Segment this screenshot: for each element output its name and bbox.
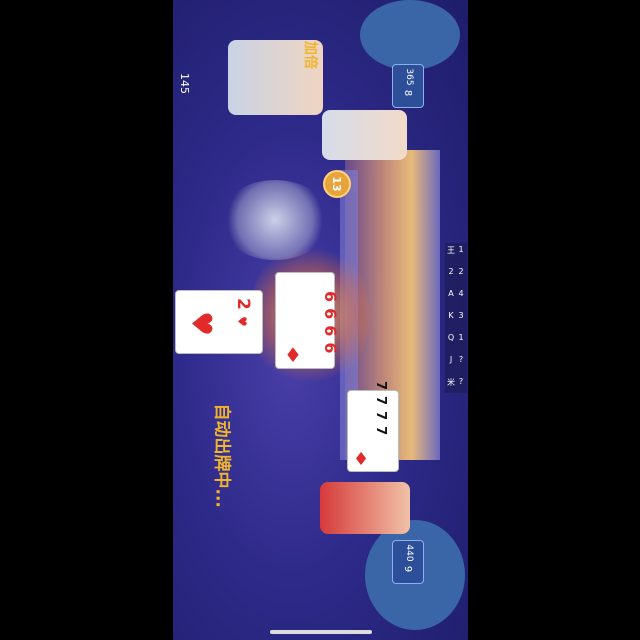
tracker-rank: 米	[447, 378, 455, 387]
card-rank: 6	[321, 325, 340, 343]
card-tracker: 王 2 A K Q J 米 1 2 4 3 1 ? ?	[445, 243, 467, 393]
heart-small-icon: ♥	[235, 316, 249, 327]
card-rank: 7	[373, 426, 388, 442]
tracker-rank: A	[448, 289, 454, 298]
self-played-sevens: 7777 ♦	[347, 381, 399, 472]
home-indicator[interactable]	[270, 630, 372, 634]
self-badge: 440 9	[392, 540, 424, 584]
card-rank: 6	[321, 308, 340, 326]
tracker-count: 3	[458, 311, 464, 320]
card-rank-two: 2	[233, 298, 253, 310]
turn-countdown-clock: 13	[323, 170, 351, 198]
tracker-rank: Q	[447, 333, 455, 342]
turn-countdown-value: 13	[330, 176, 343, 192]
tracker-rank: J	[449, 355, 453, 364]
tracker-rank: 2	[448, 267, 454, 276]
game-timer: 145	[178, 73, 191, 94]
card-two-hearts[interactable]: 2 ♥ ♥	[175, 290, 263, 354]
tracker-count: ?	[458, 355, 464, 364]
played-ranks-six: 6666	[270, 291, 340, 360]
auto-play-status: 自动出牌中...	[211, 403, 232, 508]
double-status-label: 加倍	[302, 41, 318, 69]
tracker-rank: K	[448, 311, 454, 320]
card-rank: 7	[373, 381, 388, 397]
opponent-right-avatar	[322, 110, 407, 160]
played-cards-sixes: 6666 ♦	[275, 272, 340, 369]
tracker-count: ?	[458, 377, 464, 386]
self-ranks-seven: 7777	[373, 381, 388, 441]
tracker-count: 2	[458, 267, 464, 276]
card-rank: 7	[373, 411, 388, 427]
self-avatar	[320, 482, 410, 534]
card-rank: 7	[373, 396, 388, 412]
card-rank: 6	[321, 342, 340, 360]
diamond-suit-icon: ♦	[284, 343, 302, 367]
smoke-effect	[220, 180, 330, 260]
tracker-count: 1	[458, 245, 464, 254]
opponent-top-cards-left: 8	[402, 89, 413, 97]
self-cards-left: 9	[402, 565, 413, 573]
tracker-count: 4	[458, 289, 464, 298]
diamond-suit-icon: ♦	[353, 449, 370, 470]
tracker-count: 1	[458, 333, 464, 342]
tracker-rank: 王	[447, 246, 455, 255]
opponent-top-badge: 365 8	[392, 64, 424, 108]
heart-large-icon: ♥	[185, 311, 218, 337]
card-rank: 6	[321, 291, 340, 309]
